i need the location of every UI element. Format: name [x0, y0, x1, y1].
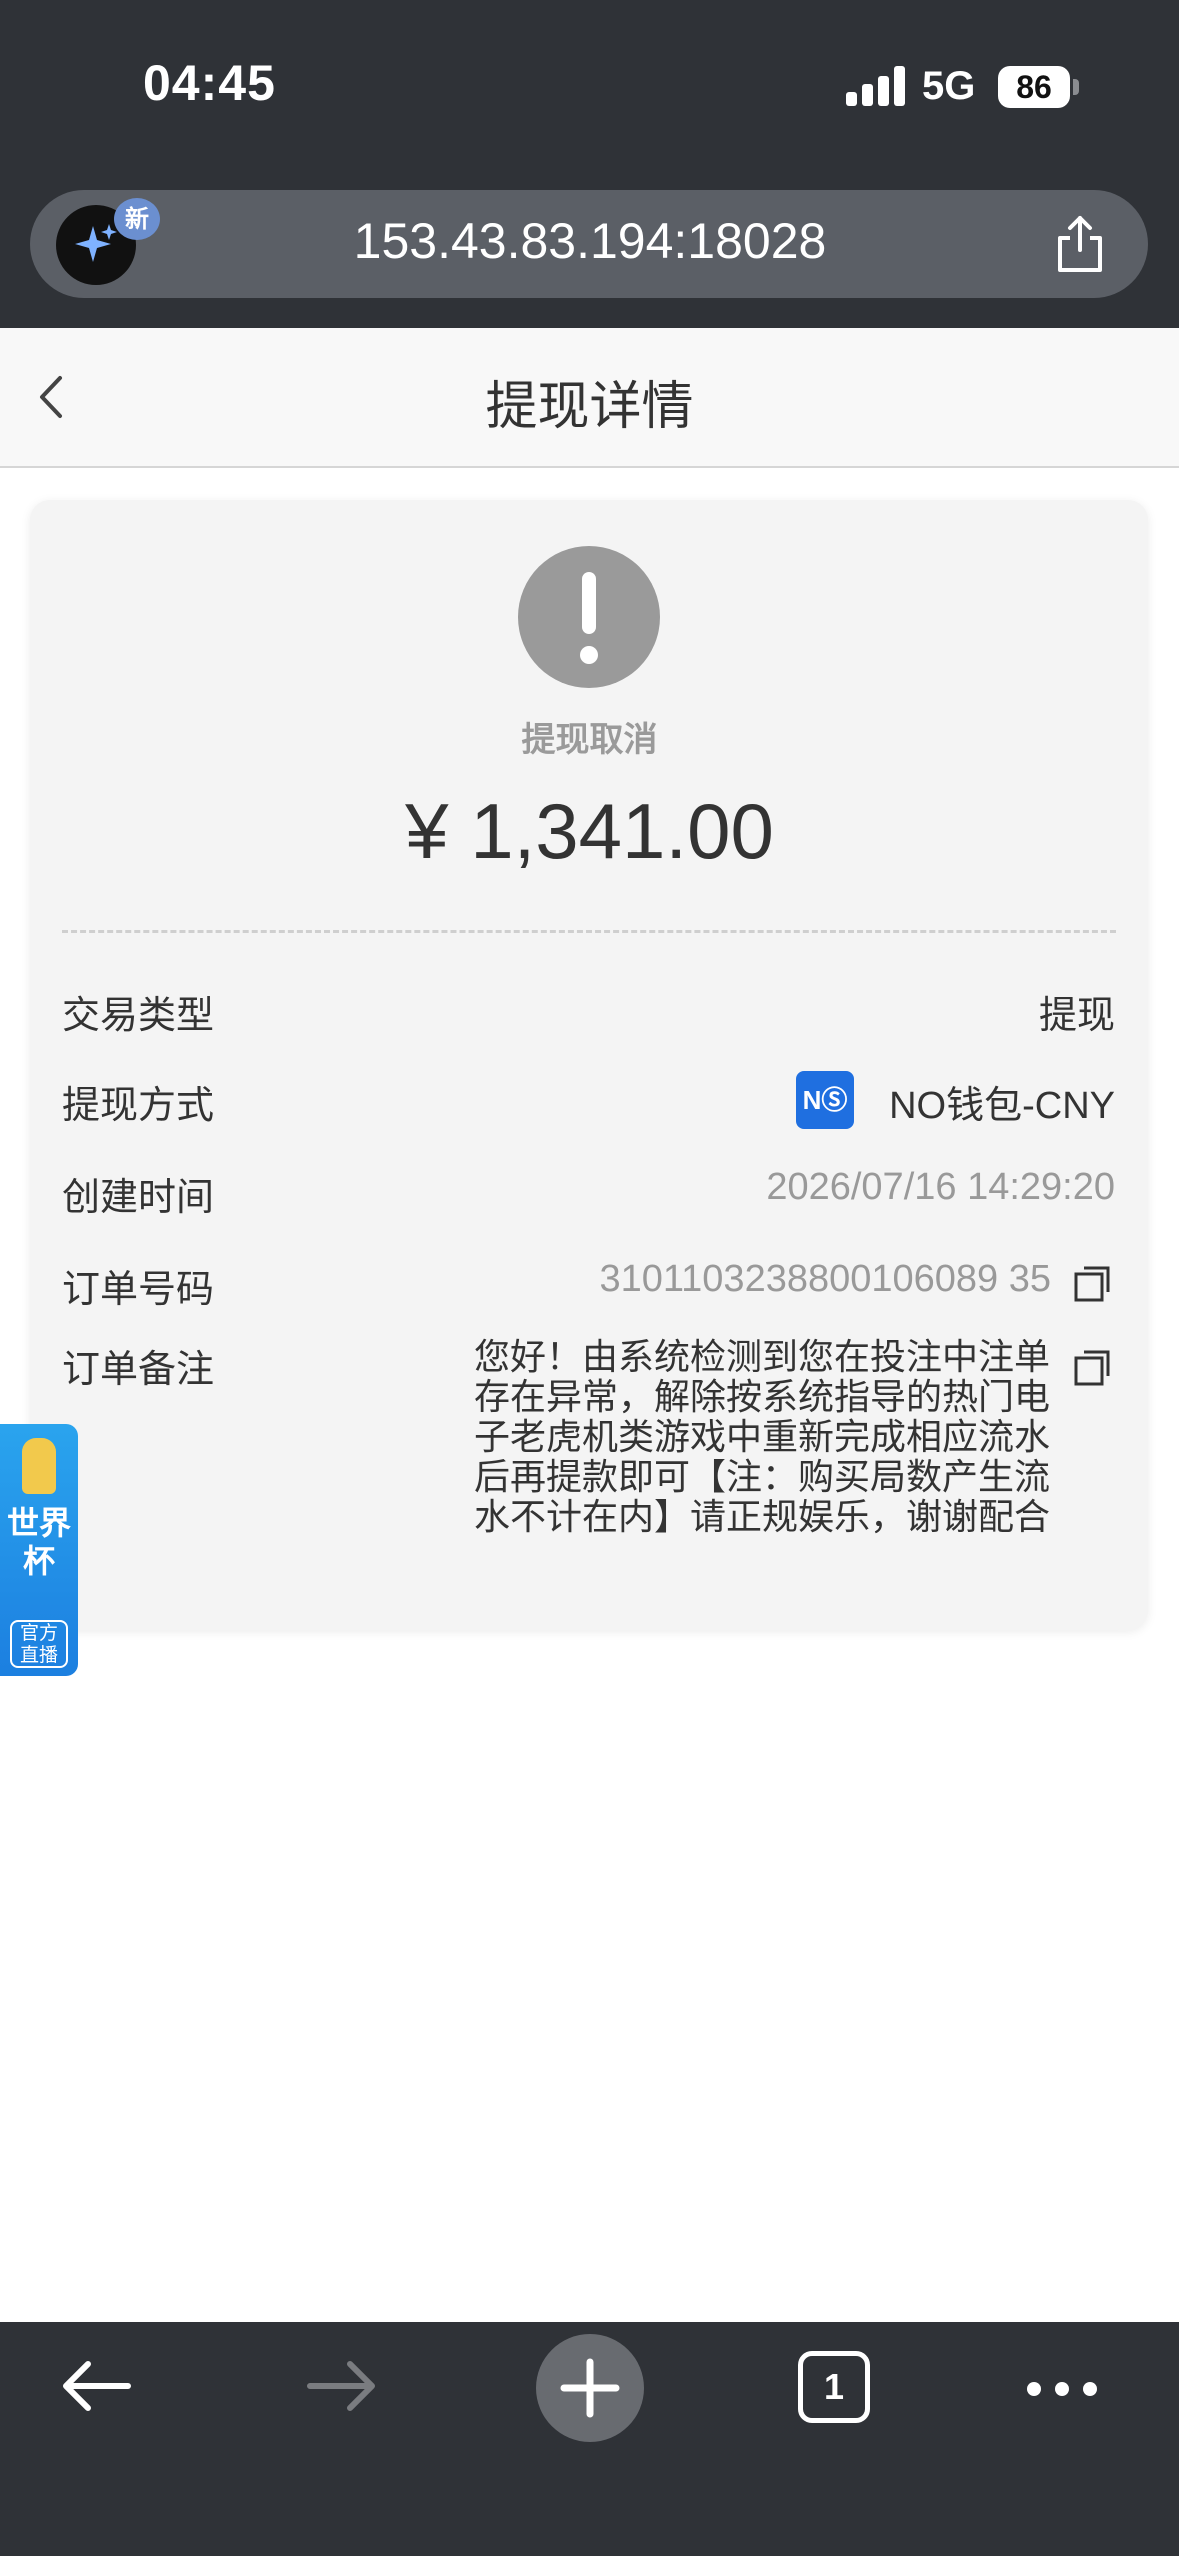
- page-title: 提现详情: [485, 377, 694, 437]
- page-header: 提现详情: [0, 328, 1179, 468]
- signal-icon: [846, 66, 906, 106]
- copy-order-icon[interactable]: [1072, 1264, 1112, 1304]
- created-value: 2026/07/16 14:29:20: [766, 1166, 1115, 1208]
- exclamation-icon: [518, 546, 660, 688]
- more-options-icon[interactable]: [1022, 2374, 1102, 2408]
- url-text[interactable]: 153.43.83.194:18028: [250, 212, 930, 270]
- note-label: 订单备注: [62, 1347, 215, 1391]
- back-arrow-icon[interactable]: [58, 2346, 134, 2430]
- copy-note-icon[interactable]: [1072, 1348, 1112, 1388]
- method-value: NO钱包-CNY: [889, 1085, 1115, 1127]
- trophy-icon: [22, 1438, 56, 1494]
- dashed-divider: [62, 930, 1116, 933]
- forward-arrow-icon[interactable]: [304, 2346, 380, 2430]
- new-tab-button[interactable]: [536, 2334, 644, 2442]
- world-cup-live-badge[interactable]: 世界杯 官方直播: [0, 1424, 78, 1676]
- new-badge: 新: [114, 198, 160, 240]
- no-wallet-logo-icon: NⓈ: [796, 1071, 854, 1129]
- battery-tip: [1073, 79, 1079, 95]
- withdrawal-status: 提现取消: [521, 720, 658, 760]
- withdrawal-amount: ¥ 1,341.00: [405, 787, 774, 875]
- order-number: 3101103238800106089 35: [599, 1258, 1051, 1300]
- network-type: 5G: [922, 64, 976, 108]
- world-cup-subtitle: 官方直播: [10, 1620, 68, 1668]
- order-label: 订单号码: [62, 1267, 215, 1311]
- tabs-count-button[interactable]: 1: [798, 2351, 870, 2423]
- type-value: 提现: [1038, 993, 1115, 1037]
- method-label: 提现方式: [62, 1083, 215, 1127]
- battery-icon: 86: [998, 66, 1070, 108]
- world-cup-title: 世界杯: [6, 1504, 71, 1580]
- type-label: 交易类型: [62, 993, 215, 1037]
- note-value: 您好！由系统检测到您在投注中注单存在异常，解除按系统指导的热门电子老虎机类游戏中…: [473, 1337, 1050, 1538]
- share-icon[interactable]: [1052, 214, 1108, 278]
- created-label: 创建时间: [62, 1175, 215, 1219]
- status-time: 04:45: [143, 55, 276, 111]
